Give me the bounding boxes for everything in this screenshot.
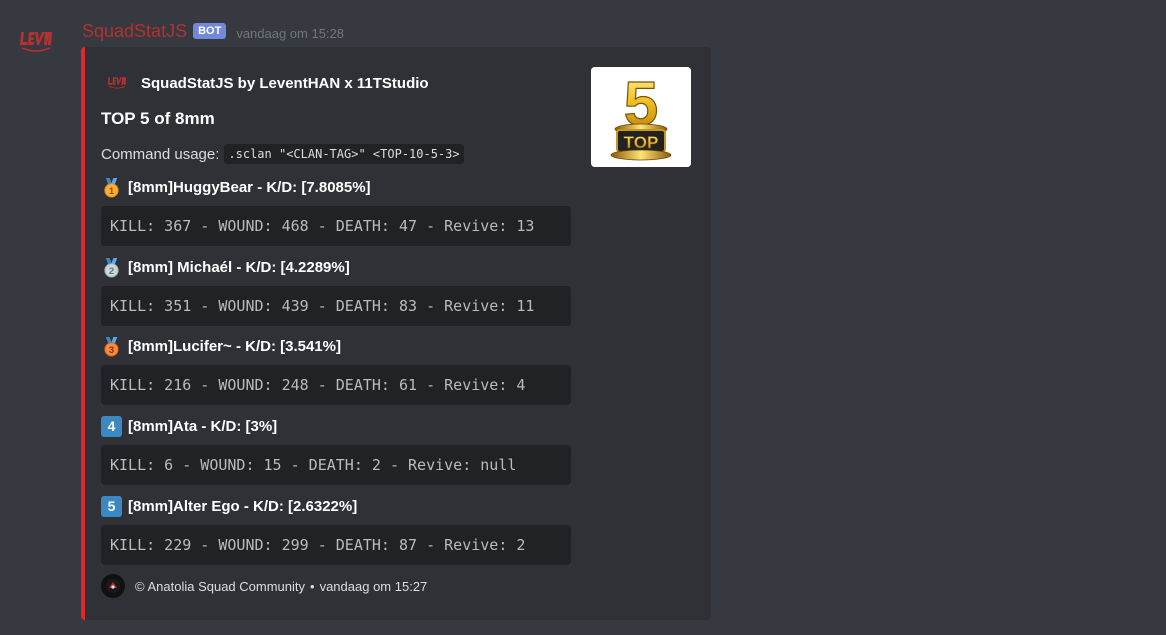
field-name: [8mm]HuggyBear - K/D: [7.8085%]	[128, 178, 371, 196]
leaderboard-field: 2 [8mm] Michaél - K/D: [4.2289%] KILL: 3…	[101, 256, 571, 326]
field-title: 5 [8mm]Alter Ego - K/D: [2.6322%]	[101, 495, 571, 517]
footer-separator: •	[310, 578, 315, 594]
field-name: [8mm]Alter Ego - K/D: [2.6322%]	[128, 497, 358, 515]
bot-avatar[interactable]	[16, 22, 56, 62]
svg-text:TOP: TOP	[624, 133, 659, 152]
svg-text:2: 2	[109, 266, 114, 277]
field-title: 4 [8mm]Ata - K/D: [3%]	[101, 415, 571, 437]
command-usage: Command usage: .sclan "<CLAN-TAG>" <TOP-…	[101, 144, 464, 164]
leaderboard-field: 5 [8mm]Alter Ego - K/D: [2.6322%] KILL: …	[101, 495, 571, 565]
leaderboard-field: 4 [8mm]Ata - K/D: [3%] KILL: 6 - WOUND: …	[101, 415, 571, 485]
leven-logo-icon	[20, 32, 52, 52]
field-stats: KILL: 229 - WOUND: 299 - DEATH: 87 - Rev…	[101, 525, 571, 565]
top5-trophy-icon: 5 TOP	[591, 67, 691, 167]
keycap-5-icon: 5	[101, 495, 122, 517]
usage-label: Command usage:	[101, 145, 220, 163]
username[interactable]: SquadStatJS	[82, 21, 187, 42]
embed-footer: © Anatolia Squad Community • vandaag om …	[101, 574, 427, 598]
leven-logo-icon	[105, 71, 129, 95]
message-header: SquadStatJS BOT vandaag om 15:28	[82, 19, 344, 43]
footer-timestamp: vandaag om 15:27	[319, 578, 428, 594]
silver-medal-icon: 2	[104, 257, 119, 278]
anatolia-logo-icon	[101, 574, 125, 598]
field-stats: KILL: 351 - WOUND: 439 - DEATH: 83 - Rev…	[101, 286, 571, 326]
keycap-4-icon: 4	[101, 415, 122, 437]
embed-card: SquadStatJS by LeventHAN x 11TStudio 5 T…	[81, 47, 711, 620]
embed-thumbnail[interactable]: 5 TOP	[591, 67, 691, 167]
field-name: [8mm] Michaél - K/D: [4.2289%]	[128, 258, 350, 276]
embed-title: TOP 5 of 8mm	[101, 109, 215, 128]
leaderboard-field: 1 [8mm]HuggyBear - K/D: [7.8085%] KILL: …	[101, 176, 571, 246]
leaderboard-field: 3 [8mm]Lucifer~ - K/D: [3.541%] KILL: 21…	[101, 335, 571, 405]
footer-text: © Anatolia Squad Community	[135, 578, 306, 594]
chat-message: SquadStatJS BOT vandaag om 15:28 SquadSt…	[0, 0, 1166, 635]
embed-author: SquadStatJS by LeventHAN x 11TStudio	[105, 71, 429, 95]
embed-author-name: SquadStatJS by LeventHAN x 11TStudio	[141, 74, 429, 92]
field-stats: KILL: 367 - WOUND: 468 - DEATH: 47 - Rev…	[101, 206, 571, 246]
field-title: 3 [8mm]Lucifer~ - K/D: [3.541%]	[101, 335, 571, 357]
message-timestamp: vandaag om 15:28	[236, 25, 345, 41]
field-stats: KILL: 216 - WOUND: 248 - DEATH: 61 - Rev…	[101, 365, 571, 405]
field-name: [8mm]Ata - K/D: [3%]	[128, 417, 278, 435]
field-title: 1 [8mm]HuggyBear - K/D: [7.8085%]	[101, 176, 571, 198]
field-title: 2 [8mm] Michaél - K/D: [4.2289%]	[101, 256, 571, 278]
field-name: [8mm]Lucifer~ - K/D: [3.541%]	[128, 337, 341, 355]
svg-text:3: 3	[109, 345, 114, 356]
gold-medal-icon: 1	[104, 177, 119, 198]
bot-badge: BOT	[193, 23, 227, 39]
field-stats: KILL: 6 - WOUND: 15 - DEATH: 2 - Revive:…	[101, 445, 571, 485]
bronze-medal-icon: 3	[104, 336, 119, 357]
svg-text:1: 1	[109, 186, 115, 197]
usage-code: .sclan "<CLAN-TAG>" <TOP-10-5-3>	[224, 144, 464, 164]
